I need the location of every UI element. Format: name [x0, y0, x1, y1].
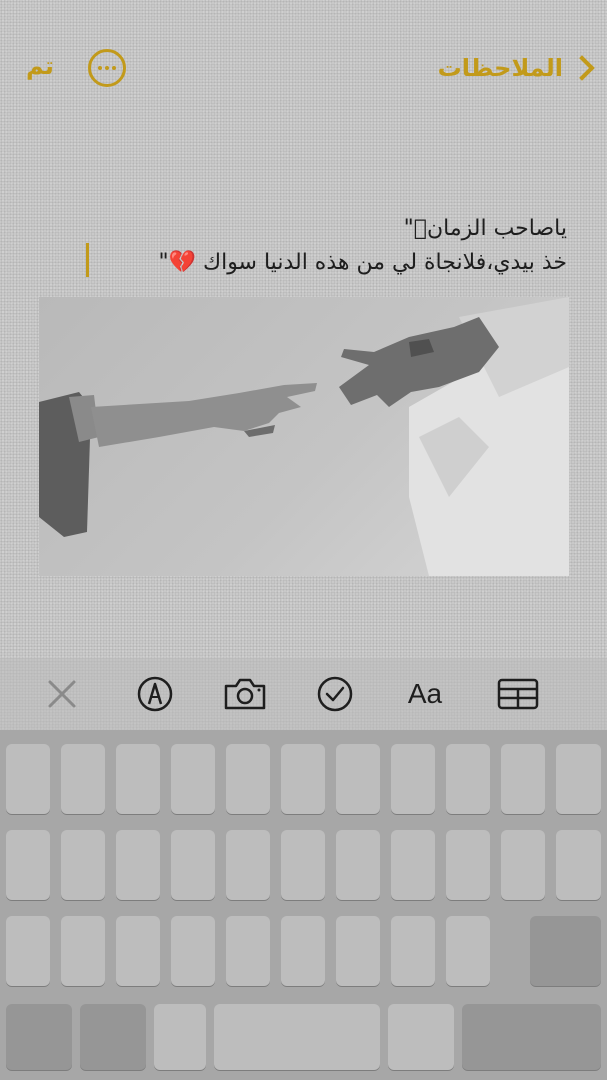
keyboard-key[interactable]	[6, 916, 50, 986]
more-dot-icon	[112, 66, 116, 70]
keyboard-key[interactable]	[501, 744, 545, 814]
keyboard-key[interactable]	[336, 830, 380, 900]
keyboard-key[interactable]	[154, 1004, 206, 1070]
checklist-button[interactable]	[310, 672, 360, 716]
note-line-2: خذ بيدي،فلانجاة لي من هذه الدنيا سواك 💔"	[158, 250, 567, 275]
backspace-key[interactable]	[530, 916, 601, 986]
keyboard-key[interactable]	[6, 830, 50, 900]
more-dot-icon	[98, 66, 102, 70]
keyboard-key[interactable]	[226, 744, 270, 814]
format-button[interactable]: Aa	[400, 672, 450, 716]
note-text[interactable]: ياصاحب الزمانؑ" خذ بيدي،فلانجاة لي من هذ…	[47, 212, 567, 280]
keyboard-key[interactable]	[116, 830, 160, 900]
keyboard-key[interactable]	[388, 1004, 454, 1070]
keyboard-key[interactable]	[226, 916, 270, 986]
note-image[interactable]	[39, 297, 569, 576]
keyboard-key[interactable]	[556, 744, 601, 814]
globe-key[interactable]	[80, 1004, 146, 1070]
note-line-1: ياصاحب الزمانؑ"	[403, 216, 567, 241]
keyboard-key[interactable]	[61, 830, 105, 900]
nav-bar: الملاحظات تم	[0, 44, 607, 94]
return-key[interactable]	[462, 1004, 601, 1070]
camera-icon	[224, 678, 266, 710]
keyboard-key[interactable]	[501, 830, 545, 900]
keyboard-key[interactable]	[391, 916, 435, 986]
table-button[interactable]	[493, 672, 543, 716]
close-keyboard-button[interactable]	[37, 672, 87, 716]
back-button[interactable]: الملاحظات	[437, 48, 595, 88]
keyboard-key[interactable]	[116, 916, 160, 986]
keyboard-key[interactable]	[336, 916, 380, 986]
more-dot-icon	[105, 66, 109, 70]
done-button[interactable]: تم	[26, 52, 54, 80]
keyboard-key[interactable]	[391, 830, 435, 900]
keyboard-key[interactable]	[61, 916, 105, 986]
space-key[interactable]	[214, 1004, 380, 1070]
keyboard-key[interactable]	[61, 744, 105, 814]
keyboard-key[interactable]	[336, 744, 380, 814]
keyboard-key[interactable]	[281, 744, 325, 814]
keyboard-key[interactable]	[226, 830, 270, 900]
keyboard-key[interactable]	[556, 830, 601, 900]
table-icon	[497, 678, 539, 710]
keyboard-key[interactable]	[446, 916, 490, 986]
keyboard-key[interactable]	[171, 744, 215, 814]
keyboard-key[interactable]	[446, 830, 490, 900]
pen-markup-icon	[137, 676, 173, 712]
checkmark-circle-icon	[317, 676, 353, 712]
keyboard-key[interactable]	[171, 916, 215, 986]
back-label: الملاحظات	[437, 54, 563, 82]
markup-button[interactable]	[130, 672, 180, 716]
keyboard-key[interactable]	[446, 744, 490, 814]
keyboard-key[interactable]	[171, 830, 215, 900]
close-icon	[48, 680, 76, 708]
numbers-key[interactable]	[6, 1004, 72, 1070]
chevron-back-icon	[569, 55, 595, 81]
keyboard-key[interactable]	[391, 744, 435, 814]
keyboard	[0, 730, 607, 1080]
note-toolbar: Aa	[0, 658, 607, 730]
keyboard-key[interactable]	[281, 830, 325, 900]
more-options-button[interactable]	[88, 49, 126, 87]
keyboard-key[interactable]	[281, 916, 325, 986]
keyboard-key[interactable]	[116, 744, 160, 814]
camera-button[interactable]	[220, 672, 270, 716]
text-cursor	[86, 243, 89, 277]
hands-illustration	[39, 297, 569, 576]
keyboard-key[interactable]	[6, 744, 50, 814]
